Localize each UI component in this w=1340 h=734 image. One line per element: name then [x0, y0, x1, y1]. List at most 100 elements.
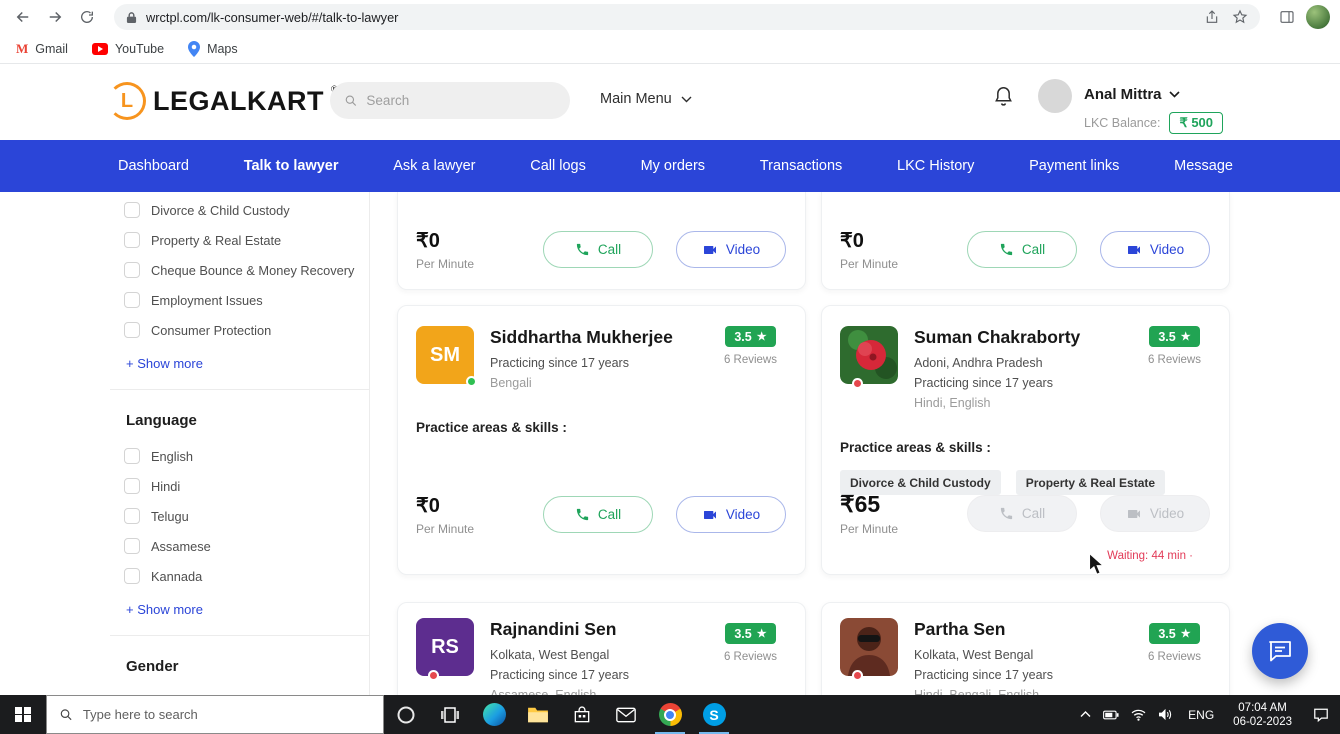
nav-ask-a-lawyer[interactable]: Ask a lawyer	[393, 158, 475, 174]
filter-category-row[interactable]: Employment Issues	[124, 285, 355, 315]
lawyer-name[interactable]: Rajnandini Sen	[490, 619, 629, 640]
taskbar-clock[interactable]: 07:04 AM 06-02-2023	[1223, 701, 1302, 729]
address-bar[interactable]: wrctpl.com/lk-consumer-web/#/talk-to-law…	[114, 4, 1260, 30]
checkbox[interactable]	[124, 262, 140, 278]
tray-expand-icon[interactable]	[1074, 695, 1097, 734]
microsoft-store-icon[interactable]	[560, 695, 604, 734]
bookmark-label: YouTube	[115, 42, 164, 56]
legalkart-logo[interactable]: L LEGALKART ®	[108, 82, 338, 120]
call-button-disabled[interactable]: Call	[967, 495, 1077, 532]
chat-fab-button[interactable]	[1252, 623, 1308, 679]
share-icon[interactable]	[1204, 9, 1220, 25]
side-panel-icon[interactable]	[1274, 4, 1300, 30]
video-button-disabled[interactable]: Video	[1100, 495, 1210, 532]
phone-icon	[999, 242, 1014, 257]
lawyer-card-clipped: ₹0 Per Minute Call Video	[821, 192, 1230, 290]
start-button[interactable]	[0, 695, 46, 734]
nav-my-orders[interactable]: My orders	[641, 158, 705, 174]
user-avatar[interactable]	[1038, 79, 1072, 113]
task-view-icon[interactable]	[428, 695, 472, 734]
user-menu[interactable]: Anal Mittra	[1084, 86, 1180, 103]
volume-icon[interactable]	[1152, 695, 1179, 734]
lawyer-card-clipped: RS Rajnandini Sen Kolkata, West Bengal P…	[397, 602, 806, 695]
browser-forward-icon[interactable]	[42, 4, 68, 30]
wifi-icon[interactable]	[1125, 695, 1152, 734]
per-minute-label: Per Minute	[840, 522, 967, 536]
checkbox[interactable]	[124, 232, 140, 248]
nav-message[interactable]: Message	[1174, 158, 1233, 174]
nav-talk-to-lawyer[interactable]: Talk to lawyer	[244, 158, 339, 174]
filter-language-row[interactable]: Assamese	[124, 531, 355, 561]
call-button[interactable]: Call	[543, 231, 653, 268]
checkbox[interactable]	[124, 448, 140, 464]
search-icon	[344, 93, 357, 108]
browser-reload-icon[interactable]	[74, 4, 100, 30]
phone-icon	[575, 507, 590, 522]
reviews-count: 6 Reviews	[1148, 354, 1201, 366]
checkbox[interactable]	[124, 538, 140, 554]
call-button[interactable]: Call	[967, 231, 1077, 268]
chrome-icon[interactable]	[648, 695, 692, 734]
browser-back-icon[interactable]	[10, 4, 36, 30]
input-language[interactable]: ENG	[1179, 708, 1223, 722]
url-text[interactable]: wrctpl.com/lk-consumer-web/#/talk-to-law…	[146, 10, 1195, 25]
lawyer-name[interactable]: Partha Sen	[914, 619, 1053, 640]
checkbox[interactable]	[124, 478, 140, 494]
taskbar-search[interactable]	[46, 695, 384, 734]
filter-language-row[interactable]: Kannada	[124, 561, 355, 591]
price-value: ₹0	[840, 228, 967, 253]
video-button[interactable]: Video	[676, 496, 786, 533]
bookmark-star-icon[interactable]	[1232, 9, 1248, 25]
lawyer-experience: Practicing since 17 years	[490, 353, 673, 373]
cortana-icon[interactable]	[384, 695, 428, 734]
video-button[interactable]: Video	[676, 231, 786, 268]
checkbox[interactable]	[124, 508, 140, 524]
taskbar-search-input[interactable]	[83, 707, 371, 722]
rating-badge: 3.5 ★	[725, 326, 775, 347]
lawyer-location: Adoni, Andhra Pradesh	[914, 353, 1080, 373]
checkbox[interactable]	[124, 322, 140, 338]
rating-value: 3.5	[734, 330, 751, 344]
notification-bell-icon[interactable]	[993, 85, 1014, 108]
mail-icon[interactable]	[604, 695, 648, 734]
video-button[interactable]: Video	[1100, 231, 1210, 268]
filter-category-row[interactable]: Property & Real Estate	[124, 225, 355, 255]
battery-icon[interactable]	[1097, 695, 1125, 734]
nav-payment-links[interactable]: Payment links	[1029, 158, 1119, 174]
bookmark-maps[interactable]: Maps	[188, 41, 238, 57]
nav-lkc-history[interactable]: LKC History	[897, 158, 974, 174]
bookmark-youtube[interactable]: YouTube	[92, 42, 164, 56]
file-explorer-icon[interactable]	[516, 695, 560, 734]
filter-label: Assamese	[151, 539, 211, 554]
edge-icon[interactable]	[472, 695, 516, 734]
lawyer-name[interactable]: Siddhartha Mukherjee	[490, 327, 673, 348]
checkbox[interactable]	[124, 568, 140, 584]
filter-language-row[interactable]: Telugu	[124, 501, 355, 531]
filter-language-row[interactable]: Hindi	[124, 471, 355, 501]
bookmark-gmail[interactable]: M Gmail	[16, 41, 68, 57]
price-block: ₹0 Per Minute	[416, 228, 543, 271]
filter-category-row[interactable]: Cheque Bounce & Money Recovery	[124, 255, 355, 285]
nav-call-logs[interactable]: Call logs	[530, 158, 586, 174]
checkbox[interactable]	[124, 202, 140, 218]
filter-category-row[interactable]: Divorce & Child Custody	[124, 195, 355, 225]
price-value: ₹0	[416, 228, 543, 253]
languages-show-more-link[interactable]: + Show more	[126, 602, 203, 617]
filter-language-row[interactable]: English	[124, 441, 355, 471]
categories-show-more-link[interactable]: + Show more	[126, 356, 203, 371]
lawyer-name[interactable]: Suman Chakraborty	[914, 327, 1080, 348]
skype-icon[interactable]: S	[692, 695, 736, 734]
header-search-input[interactable]	[366, 93, 556, 108]
nav-transactions[interactable]: Transactions	[760, 158, 842, 174]
filter-category-row[interactable]: Consumer Protection	[124, 315, 355, 345]
action-center-icon[interactable]	[1302, 707, 1340, 723]
call-button[interactable]: Call	[543, 496, 653, 533]
nav-dashboard[interactable]: Dashboard	[118, 158, 189, 174]
lock-icon	[126, 11, 137, 24]
checkbox[interactable]	[124, 292, 140, 308]
lkc-balance-label: LKC Balance:	[1084, 116, 1160, 130]
rating-block: 3.5 ★ 6 Reviews	[1148, 623, 1201, 663]
header-search[interactable]	[330, 82, 570, 119]
browser-profile-avatar[interactable]	[1306, 5, 1330, 29]
main-menu-dropdown[interactable]: Main Menu	[600, 91, 692, 107]
